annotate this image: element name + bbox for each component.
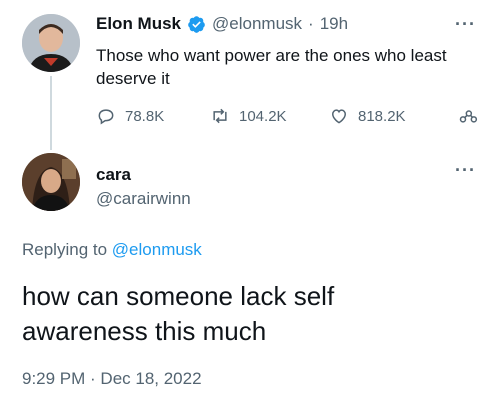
- thread-connector-line: [50, 76, 52, 150]
- parent-tweet-text: Those who want power are the ones who le…: [96, 46, 447, 88]
- elon-avatar[interactable]: [22, 14, 80, 72]
- parent-time-ago[interactable]: 19h: [320, 14, 348, 34]
- parent-tweet-header: Elon Musk @elonmusk · 19h: [96, 14, 348, 34]
- share-button[interactable]: [458, 106, 478, 126]
- retweet-icon: [213, 108, 227, 124]
- reply-tweet-text: how can someone lack self awareness this…: [22, 281, 335, 346]
- parent-more-icon[interactable]: ···: [455, 14, 476, 35]
- reply-icon: [98, 109, 114, 125]
- cara-avatar-image: [22, 153, 80, 211]
- parent-handle[interactable]: @elonmusk: [212, 14, 302, 34]
- heart-icon: [331, 109, 347, 124]
- replying-to-handle-link[interactable]: @elonmusk: [112, 240, 202, 259]
- reply-timestamp[interactable]: 9:29 PM · Dec 18, 2022: [22, 369, 202, 389]
- replying-to-line: Replying to @elonmusk: [22, 240, 202, 260]
- reply-more-icon[interactable]: ···: [455, 160, 476, 181]
- retweet-count: 104.2K: [239, 107, 287, 125]
- elon-avatar-image: [22, 14, 80, 72]
- parent-action-bar: 78.8K 104.2K 818.2K: [96, 106, 481, 130]
- reply-display-name[interactable]: cara: [96, 165, 131, 185]
- verified-badge-icon: [187, 15, 206, 34]
- replying-to-prefix: Replying to: [22, 240, 108, 259]
- reply-button[interactable]: 78.8K: [96, 106, 164, 126]
- reply-handle[interactable]: @carairwinn: [96, 189, 191, 209]
- like-count: 818.2K: [358, 107, 406, 125]
- share-icon: [459, 110, 478, 123]
- retweet-button[interactable]: 104.2K: [210, 106, 287, 126]
- cara-avatar[interactable]: [22, 153, 80, 211]
- reply-count: 78.8K: [125, 107, 165, 125]
- header-separator: ·: [308, 14, 314, 33]
- like-button[interactable]: 818.2K: [329, 106, 406, 126]
- parent-display-name[interactable]: Elon Musk: [96, 14, 181, 34]
